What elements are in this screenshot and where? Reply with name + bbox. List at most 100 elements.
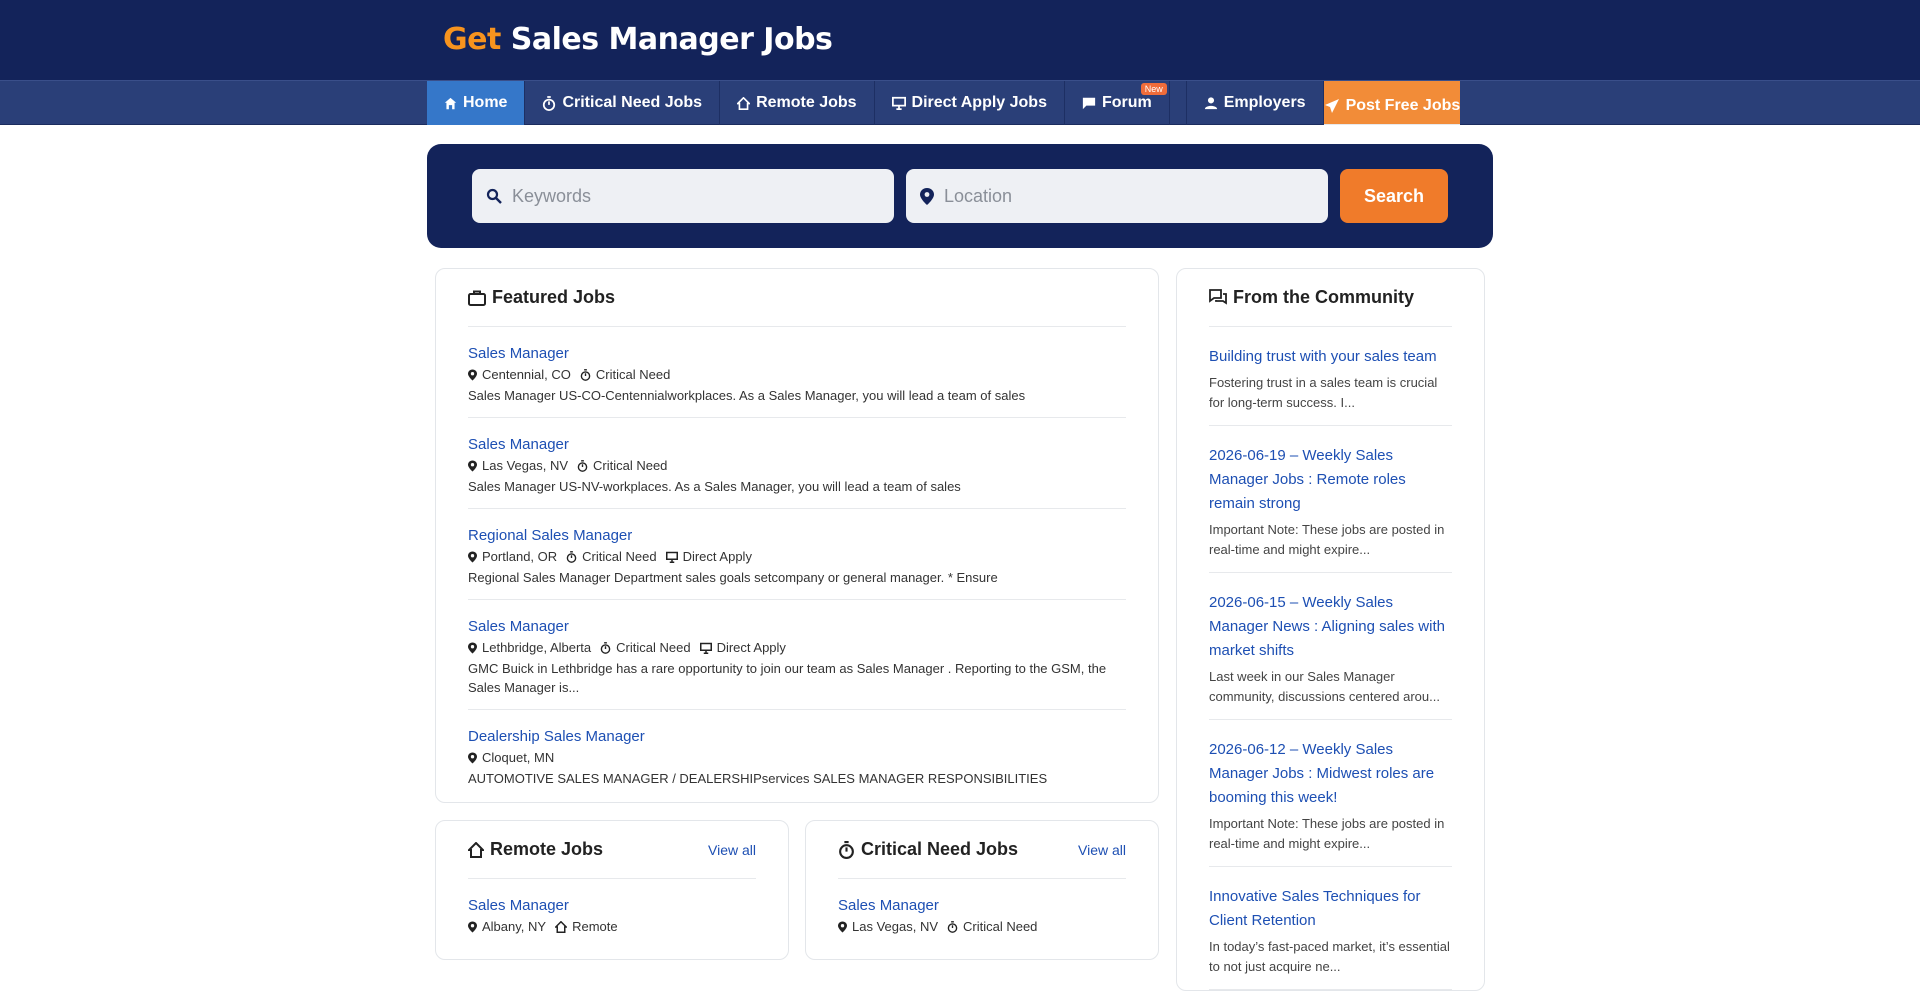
- post-excerpt: In today’s fast-paced market, it’s essen…: [1209, 939, 1450, 974]
- job-meta: Lethbridge, Alberta Critical Need Direct A…: [468, 640, 1126, 655]
- nav-forum-label: Forum: [1101, 94, 1152, 111]
- logo-text: Sales Manager Jobs: [510, 22, 833, 57]
- nav-remote-jobs[interactable]: Remote Jobs: [720, 81, 875, 125]
- job-location-text: Lethbridge, Alberta: [482, 640, 592, 655]
- critical-card-title-text: Critical Need Jobs: [861, 839, 1019, 859]
- job-tag-text: Critical Need: [963, 919, 1038, 934]
- nav-forum[interactable]: Forum New: [1065, 81, 1170, 125]
- job-tag: Remote: [555, 919, 618, 934]
- nav-critical-need-jobs[interactable]: Critical Need Jobs: [525, 81, 721, 125]
- job-meta: Portland, OR Critical Need Direct Apply: [468, 549, 1126, 564]
- post-title-link[interactable]: 2026-06-15 – Weekly Sales Manager News :…: [1209, 591, 1452, 663]
- community-post: Building trust with your sales team Fost…: [1209, 327, 1452, 426]
- job-tag-text: Critical Need: [593, 458, 668, 473]
- featured-jobs-card: Featured Jobs Sales Manager Centennial, …: [435, 268, 1159, 803]
- post-title-link[interactable]: Innovative Sales Techniques for Client R…: [1209, 885, 1452, 933]
- lower-cards: Remote Jobs View all Sales Manager Alban…: [435, 820, 1159, 960]
- location-pin-icon: [468, 369, 477, 380]
- site-logo[interactable]: Get Sales Manager Jobs: [443, 22, 1493, 57]
- featured-job-item: Sales Manager Centennial, CO Critical Nee…: [468, 327, 1126, 418]
- featured-job-item: Sales Manager Lethbridge, Alberta Critica…: [468, 600, 1126, 710]
- job-location: Lethbridge, Alberta: [468, 640, 591, 655]
- post-title-link[interactable]: 2026-06-19 – Weekly Sales Manager Jobs :…: [1209, 444, 1452, 516]
- main-nav: Home Critical Need Jobs Remote Jobs Dire…: [0, 80, 1920, 125]
- job-description: AUTOMOTIVE SALES MANAGER / DEALERSHIPser…: [468, 771, 1048, 786]
- location-pin-icon: [468, 642, 477, 653]
- keywords-input[interactable]: [512, 185, 880, 207]
- critical-view-all-link[interactable]: View all: [1078, 842, 1126, 858]
- home-icon: [444, 97, 457, 109]
- community-title-text: From the Community: [1233, 287, 1415, 307]
- remote-jobs-card: Remote Jobs View all Sales Manager Alban…: [435, 820, 789, 960]
- paper-plane-icon: [1324, 98, 1339, 113]
- location-field[interactable]: [906, 169, 1328, 223]
- nav-post-free-jobs[interactable]: Post Free Jobs: [1323, 81, 1461, 125]
- job-tag-critical-need: Critical Need: [600, 640, 691, 655]
- job-title-link[interactable]: Sales Manager: [468, 618, 1126, 635]
- job-title-link[interactable]: Regional Sales Manager: [468, 527, 1126, 544]
- community-title: From the Community: [1209, 287, 1414, 308]
- community-header: From the Community: [1209, 269, 1452, 327]
- job-meta: Las Vegas, NV Critical Need: [468, 458, 1126, 473]
- critical-job-item: Sales Manager Las Vegas, NV Critical Nee…: [838, 879, 1126, 952]
- logo-highlight: Get: [443, 22, 501, 57]
- job-tag-text: Critical Need: [582, 549, 657, 564]
- remote-home-icon: [555, 920, 568, 933]
- location-pin-icon: [468, 921, 477, 932]
- critical-need-jobs-card: Critical Need Jobs View all Sales Manage…: [805, 820, 1159, 960]
- job-location-text: Las Vegas, NV: [852, 919, 938, 934]
- job-title-link[interactable]: Sales Manager: [838, 897, 1126, 914]
- direct-apply-icon: [699, 642, 712, 654]
- remote-card-title-text: Remote Jobs: [490, 839, 604, 859]
- stopwatch-icon: [577, 459, 588, 472]
- job-title-link[interactable]: Sales Manager: [468, 897, 756, 914]
- critical-card-header: Critical Need Jobs View all: [838, 821, 1126, 879]
- job-title-link[interactable]: Dealership Sales Manager: [468, 728, 1126, 745]
- post-title-link[interactable]: Building trust with your sales team: [1209, 345, 1452, 369]
- job-description: Sales Manager US-NV-workplaces. As a Sal…: [468, 479, 961, 494]
- job-tag-direct-apply: Direct Apply: [699, 640, 786, 655]
- job-tag-direct-apply: Direct Apply: [665, 549, 752, 564]
- job-meta: Las Vegas, NV Critical Need: [838, 919, 1126, 934]
- job-location: Las Vegas, NV: [838, 919, 938, 934]
- briefcase-icon: [468, 290, 486, 306]
- post-excerpt: Last week in our Sales Manager community…: [1209, 669, 1440, 704]
- remote-view-all-link[interactable]: View all: [708, 842, 756, 858]
- job-tag-text: Remote: [572, 919, 618, 934]
- job-tag-critical-need: Critical Need: [577, 458, 667, 473]
- job-title-link[interactable]: Sales Manager: [468, 436, 1126, 453]
- remote-home-icon: [468, 841, 484, 858]
- job-location: Centennial, CO: [468, 367, 571, 382]
- location-input[interactable]: [944, 185, 1314, 207]
- nav-employers[interactable]: Employers: [1187, 81, 1324, 125]
- keywords-field[interactable]: [472, 169, 894, 223]
- nav-home[interactable]: Home: [427, 81, 526, 125]
- search-panel: Search: [427, 144, 1493, 248]
- job-title-link[interactable]: Sales Manager: [468, 345, 1126, 362]
- job-meta: Centennial, CO Critical Need: [468, 367, 1126, 382]
- stopwatch-icon: [566, 550, 577, 563]
- new-badge: New: [1140, 83, 1167, 95]
- community-post: 2026-06-12 – Weekly Sales Manager Jobs :…: [1209, 720, 1452, 867]
- job-meta: Albany, NY Remote: [468, 919, 756, 934]
- job-location: Las Vegas, NV: [468, 458, 568, 473]
- job-location-text: Portland, OR: [482, 549, 558, 564]
- job-description: Regional Sales Manager Department sales …: [468, 570, 998, 585]
- job-description: Sales Manager US-CO-Centennialworkplaces…: [468, 388, 1026, 403]
- job-description: GMC Buick in Lethbridge has a rare oppor…: [468, 661, 1107, 695]
- chat-bubbles-icon: [1209, 289, 1227, 305]
- job-tag-text: Direct Apply: [682, 549, 752, 564]
- nav-home-label: Home: [463, 94, 508, 111]
- nav-direct-apply-jobs[interactable]: Direct Apply Jobs: [875, 81, 1065, 125]
- post-title-link[interactable]: 2026-06-12 – Weekly Sales Manager Jobs :…: [1209, 738, 1452, 810]
- job-location: Albany, NY: [468, 919, 546, 934]
- nav-critical-label: Critical Need Jobs: [562, 94, 703, 111]
- job-tag-critical-need: Critical Need: [566, 549, 657, 564]
- featured-title: Featured Jobs: [468, 287, 615, 308]
- stopwatch-icon: [839, 840, 854, 859]
- search-button[interactable]: Search: [1340, 169, 1448, 223]
- community-post: Innovative Sales Techniques for Client R…: [1209, 867, 1452, 990]
- job-tag: Critical Need: [947, 919, 1037, 934]
- remote-job-item: Sales Manager Albany, NY Remote: [468, 879, 756, 952]
- location-pin-icon: [468, 551, 477, 562]
